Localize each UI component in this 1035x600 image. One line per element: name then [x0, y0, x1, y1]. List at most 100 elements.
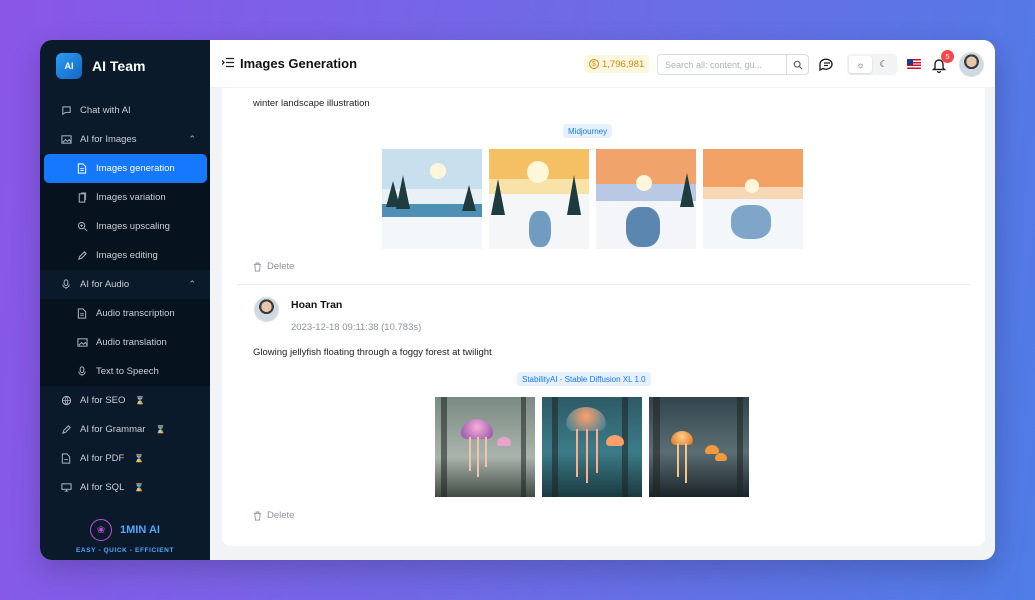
- sidebar-item-ai-for-images[interactable]: AI for Images ⌃: [40, 125, 210, 154]
- sidebar-item-label: Chat with AI: [80, 105, 131, 116]
- delete-label: Delete: [267, 510, 295, 521]
- brain-icon: ❀: [90, 519, 113, 541]
- notification-count-badge: 5: [941, 50, 954, 63]
- dark-mode-button[interactable]: ☾: [872, 56, 895, 73]
- sidebar: AI AI Team Chat with AI AI for Images ⌃: [40, 40, 210, 560]
- sidebar-item-label: Images variation: [96, 192, 166, 203]
- app-window: AI AI Team Chat with AI AI for Images ⌃: [40, 40, 995, 560]
- image-grid: [382, 149, 803, 249]
- image-icon: [76, 337, 88, 349]
- us-flag-icon[interactable]: [907, 59, 921, 69]
- sidebar-item-images-editing[interactable]: Images editing: [40, 241, 210, 270]
- generation-feed: winter landscape illustration Midjourney: [222, 88, 985, 546]
- sidebar-item-ai-for-audio[interactable]: AI for Audio ⌃: [40, 270, 210, 299]
- promo-name: 1MIN AI: [120, 524, 160, 536]
- coin-icon: $: [589, 59, 599, 69]
- sidebar-item-ai-for-pdf[interactable]: AI for PDF ⌛: [40, 444, 210, 473]
- pencil-icon: [60, 424, 72, 436]
- sidebar-item-ai-for-grammar[interactable]: AI for Grammar ⌛: [40, 415, 210, 444]
- sidebar-item-label: AI for Audio: [80, 279, 130, 290]
- hourglass-icon: ⌛: [134, 483, 145, 492]
- light-mode-button[interactable]: ☼: [849, 56, 872, 73]
- images-submenu: Images generation Images variation Image…: [40, 154, 210, 270]
- model-tag: StabilityAI - Stable Diffusion XL 1.0: [517, 372, 651, 386]
- generation-timestamp: 2023-12-18 09:11:38 (10.783s): [291, 322, 422, 333]
- hourglass-icon: ⌛: [135, 396, 146, 405]
- chevron-up-icon: ⌃: [188, 134, 196, 144]
- topbar: Images Generation $ 1,796,981 ☼ ☾: [210, 40, 995, 88]
- generated-image[interactable]: [596, 149, 696, 249]
- search-input[interactable]: [658, 55, 786, 74]
- generated-image[interactable]: [649, 397, 749, 497]
- generation-card: winter landscape illustration Midjourney: [222, 88, 985, 283]
- microphone-icon: [60, 279, 72, 291]
- hourglass-icon: ⌛: [155, 425, 166, 434]
- user-avatar[interactable]: [959, 52, 984, 77]
- sidebar-item-label: Images editing: [96, 250, 158, 261]
- sidebar-item-images-generation[interactable]: Images generation: [44, 154, 207, 183]
- delete-label: Delete: [267, 261, 295, 272]
- page-title: Images Generation: [240, 56, 358, 71]
- sidebar-item-audio-translation[interactable]: Audio translation: [40, 328, 210, 357]
- sidebar-item-label: Text to Speech: [96, 366, 159, 377]
- menu-toggle-icon[interactable]: [221, 56, 234, 71]
- generated-image[interactable]: [542, 397, 642, 497]
- monitor-icon: [60, 482, 72, 494]
- sidebar-item-label: Images upscaling: [96, 221, 170, 232]
- sidebar-item-audio-transcription[interactable]: Audio transcription: [40, 299, 210, 328]
- generated-image[interactable]: [703, 149, 803, 249]
- sidebar-item-ai-for-seo[interactable]: AI for SEO ⌛: [40, 386, 210, 415]
- generated-image[interactable]: [382, 149, 482, 249]
- brand-logo: AI: [56, 53, 82, 79]
- copy-icon: [76, 192, 88, 204]
- author-avatar: [254, 297, 279, 322]
- sidebar-item-label: Audio translation: [96, 337, 167, 348]
- pencil-icon: [76, 250, 88, 262]
- generated-image[interactable]: [435, 397, 535, 497]
- author-name: Hoan Tran: [291, 299, 343, 311]
- brand[interactable]: AI AI Team: [40, 40, 210, 92]
- search-box: [657, 54, 809, 75]
- search-button[interactable]: [786, 55, 808, 74]
- main-area: Images Generation $ 1,796,981 ☼ ☾: [210, 40, 995, 560]
- chat-bubbles-icon: [819, 58, 833, 72]
- trash-icon: [253, 262, 262, 271]
- generation-card: Hoan Tran 2023-12-18 09:11:38 (10.783s) …: [222, 285, 985, 546]
- promo-tagline: EASY - QUICK - EFFICIENT: [75, 547, 175, 554]
- sidebar-item-label: AI for Grammar: [80, 424, 146, 435]
- sidebar-item-ai-for-sql[interactable]: AI for SQL ⌛: [40, 473, 210, 502]
- image-grid: [435, 397, 749, 497]
- sidebar-item-images-variation[interactable]: Images variation: [40, 183, 210, 212]
- globe-icon: [60, 395, 72, 407]
- sidebar-item-label: AI for PDF: [80, 453, 125, 464]
- theme-toggle: ☼ ☾: [847, 54, 897, 75]
- pdf-icon: [60, 453, 72, 465]
- sun-icon: ☼: [856, 59, 865, 70]
- generated-image[interactable]: [489, 149, 589, 249]
- sidebar-item-text-to-speech[interactable]: Text to Speech: [40, 357, 210, 386]
- sidebar-item-label: AI for SQL: [80, 482, 125, 493]
- audio-submenu: Audio transcription Audio translation Te…: [40, 299, 210, 386]
- delete-button[interactable]: Delete: [253, 510, 294, 521]
- delete-button[interactable]: Delete: [253, 261, 294, 272]
- generation-prompt: Glowing jellyfish floating through a fog…: [253, 347, 492, 358]
- zoom-icon: [76, 221, 88, 233]
- sidebar-item-label: AI for SEO: [80, 395, 126, 406]
- credits-badge[interactable]: $ 1,796,981: [584, 55, 650, 73]
- sidebar-item-label: AI for Images: [80, 134, 137, 145]
- credits-value: 1,796,981: [602, 58, 645, 70]
- chat-bubbles-button[interactable]: [817, 55, 837, 75]
- promo-banner[interactable]: ❀ 1MIN AI EASY - QUICK - EFFICIENT: [40, 519, 210, 554]
- chevron-up-icon: ⌃: [188, 279, 196, 289]
- brand-name: AI Team: [92, 58, 146, 74]
- trash-icon: [253, 511, 262, 520]
- sidebar-item-label: Images generation: [96, 163, 175, 174]
- microphone-icon: [76, 366, 88, 378]
- hourglass-icon: ⌛: [134, 454, 145, 463]
- generation-prompt: winter landscape illustration: [253, 98, 370, 109]
- chat-icon: [60, 105, 72, 117]
- sidebar-item-chat-with-ai[interactable]: Chat with AI: [40, 96, 210, 125]
- sidebar-item-images-upscaling[interactable]: Images upscaling: [40, 212, 210, 241]
- moon-icon: ☾: [879, 59, 888, 69]
- document-icon: [76, 163, 88, 175]
